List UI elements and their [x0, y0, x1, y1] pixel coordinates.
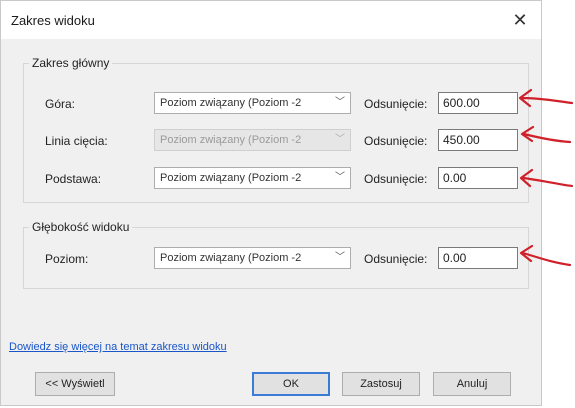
screenshot-canvas: Zakres widoku ✕ Zakres główny Góra: Pozi…	[0, 0, 575, 408]
annotation-arrows	[518, 88, 574, 267]
hand-drawn-arrow-icon	[519, 244, 572, 267]
hand-drawn-arrow-icon	[519, 168, 574, 188]
hand-drawn-arrow-icon	[518, 88, 574, 108]
hand-drawn-arrow-icon	[520, 125, 572, 144]
